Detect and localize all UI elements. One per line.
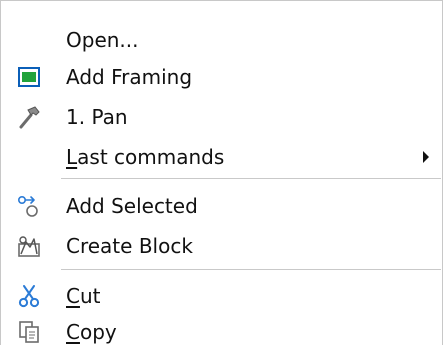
menu-item-add-selected[interactable]: Add Selected (2, 187, 441, 225)
framing-icon (16, 64, 42, 90)
triangle-right-icon (421, 150, 431, 164)
menu-item-pan[interactable]: 1. Pan (2, 98, 441, 136)
menu-item-label: 1. Pan (66, 105, 128, 129)
menu-item-label: Add Selected (66, 194, 198, 218)
scissors-icon (16, 283, 42, 309)
menu-item-last-commands[interactable]: Last commands (2, 138, 441, 176)
menu-item-cut[interactable]: Cut (2, 277, 441, 315)
copy-icon (16, 319, 42, 345)
add-selected-icon (16, 193, 42, 219)
menu-item-label: Cut (66, 284, 101, 308)
menu-item-add-framing[interactable]: Add Framing (2, 58, 441, 96)
menu-item-open[interactable]: Open... (2, 21, 441, 59)
create-block-icon (16, 233, 42, 259)
menu-separator (61, 178, 441, 179)
hammer-icon (16, 104, 42, 130)
menu-item-create-block[interactable]: Create Block (2, 227, 441, 265)
menu-item-copy[interactable]: Copy (2, 313, 441, 351)
menu-item-label: Last commands (66, 145, 225, 169)
menu-item-label: Create Block (66, 234, 193, 258)
menu-item-label: Copy (66, 320, 117, 344)
context-menu: Open... Add Framing 1. Pan Last commands (0, 0, 443, 345)
menu-separator (61, 269, 441, 270)
menu-item-label: Add Framing (66, 65, 193, 89)
menu-item-label: Open... (66, 28, 139, 52)
